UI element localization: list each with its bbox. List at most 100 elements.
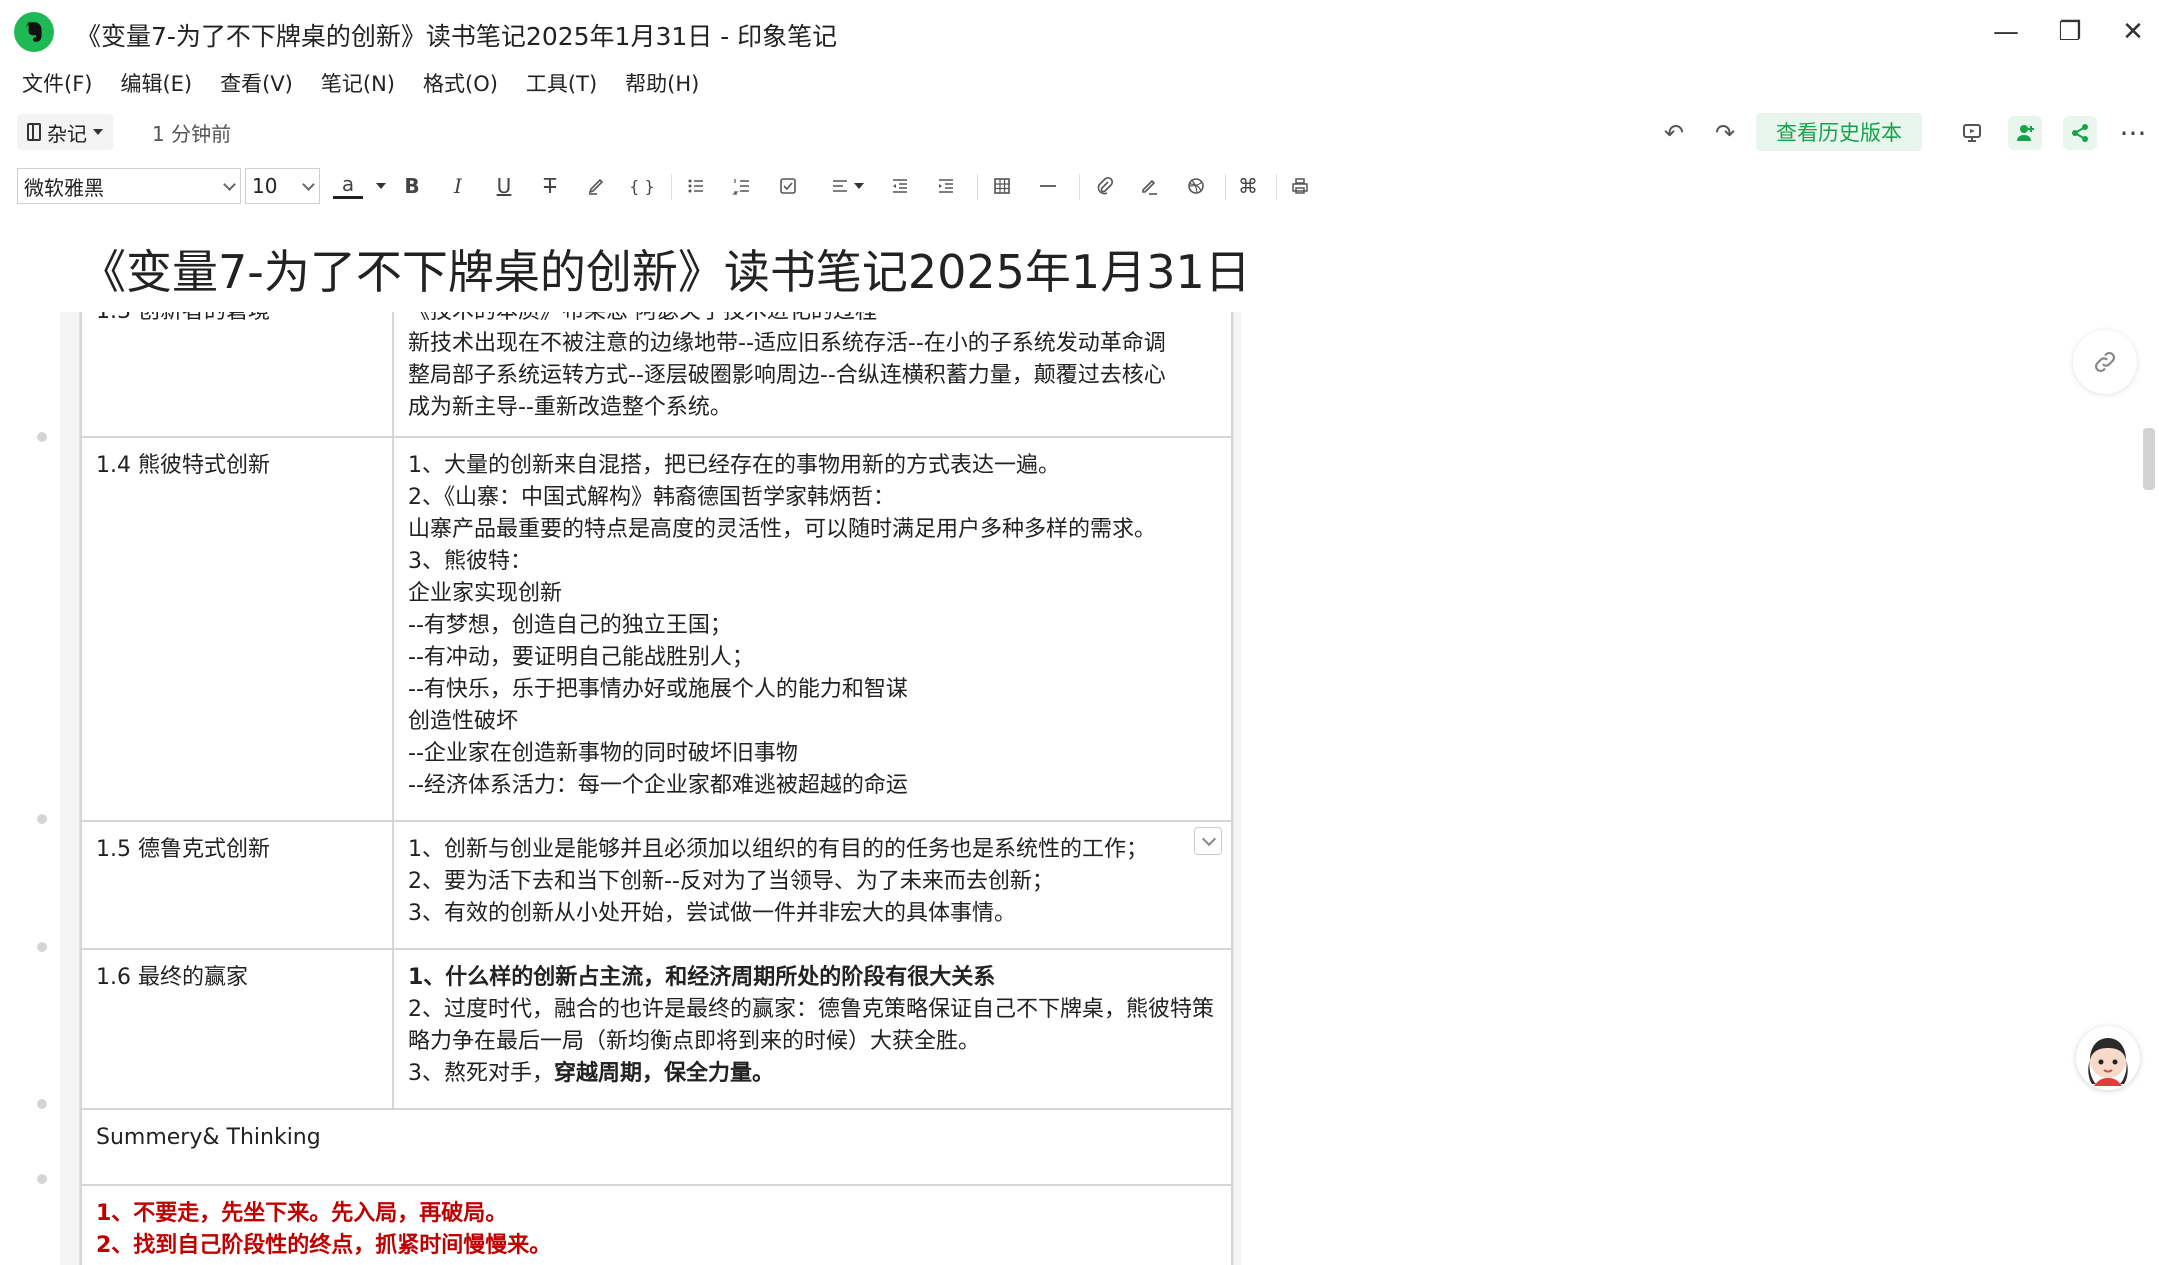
font-color-swatch bbox=[333, 195, 363, 199]
notebook-icon bbox=[27, 123, 41, 141]
chevron-down-icon bbox=[302, 178, 315, 191]
menu-tools[interactable]: 工具(T) bbox=[512, 66, 611, 102]
underline-button[interactable]: U bbox=[489, 170, 519, 202]
window-title: 《变量7-为了不下牌桌的创新》读书笔记2025年1月31日 - 印象笔记 bbox=[76, 22, 838, 51]
table-row: 1.3 创新者的窘境 《技术的本质》布莱恩·阿瑟关于技术进化的过程 新技术出现在… bbox=[80, 312, 1233, 438]
font-family-value: 微软雅黑 bbox=[24, 175, 104, 200]
table-cell[interactable]: 1、大量的创新来自混搭，把已经存在的事物用新的方式表达一遍。 2、《山寨：中国式… bbox=[392, 436, 1233, 822]
minimize-button[interactable]: — bbox=[1986, 14, 2026, 50]
menu-note[interactable]: 笔记(N) bbox=[307, 66, 409, 102]
redo-icon[interactable]: ↷ bbox=[1708, 116, 1742, 150]
shortcut-icon[interactable]: ⌘ bbox=[1233, 170, 1263, 202]
align-caret-icon[interactable] bbox=[851, 170, 867, 202]
cell-dropdown-button[interactable] bbox=[1194, 827, 1222, 855]
toolbar-divider bbox=[977, 174, 978, 200]
table-icon[interactable] bbox=[987, 170, 1017, 202]
cell-line: 2、过度时代，融合的也许是最终的赢家：德鲁克策略保证自己不下牌桌，熊彼特策略力争… bbox=[408, 997, 1214, 1054]
highlighter-icon[interactable] bbox=[581, 170, 611, 202]
table-row: 1、不要走，先坐下来。先入局，再破局。 2、找到自己阶段性的终点，抓紧时间慢慢来… bbox=[80, 1184, 1233, 1265]
chevron-down-icon bbox=[93, 129, 103, 135]
notebook-name: 杂记 bbox=[47, 121, 87, 146]
bullet-list-icon[interactable] bbox=[681, 170, 711, 202]
menu-format[interactable]: 格式(O) bbox=[409, 66, 512, 102]
strikethrough-button[interactable]: T bbox=[535, 170, 565, 202]
toolbar-divider bbox=[1276, 174, 1277, 200]
chevron-down-icon bbox=[223, 178, 236, 191]
checklist-icon[interactable] bbox=[773, 170, 803, 202]
evernote-logo-icon bbox=[14, 12, 54, 52]
cell-line: 企业家实现创新 bbox=[408, 581, 563, 606]
table-cell[interactable]: 1、什么样的创新占主流，和经济周期所处的阶段有很大关系 2、过度时代，融合的也许… bbox=[392, 948, 1233, 1110]
assistant-avatar-icon[interactable] bbox=[2076, 1026, 2140, 1090]
menu-view[interactable]: 查看(V) bbox=[206, 66, 307, 102]
cell-line: --企业家在创造新事物的同时破坏旧事物 bbox=[408, 741, 798, 766]
cell-line: --有快乐，乐于把事情办好或施展个人的能力和智谋 bbox=[408, 677, 908, 702]
font-size-select[interactable]: 10 bbox=[245, 168, 320, 204]
scrollbar-thumb[interactable] bbox=[2143, 428, 2155, 490]
table-cell[interactable]: 1.6 最终的赢家 bbox=[80, 948, 394, 1110]
notebook-selector[interactable]: 杂记 bbox=[17, 114, 113, 150]
italic-button[interactable]: I bbox=[443, 170, 473, 202]
row-handle[interactable] bbox=[37, 432, 47, 442]
row-heading: 1.4 熊彼特式创新 bbox=[96, 453, 270, 478]
history-button[interactable]: 查看历史版本 bbox=[1756, 113, 1922, 151]
cell-line: --有冲动，要证明自己能战胜别人； bbox=[408, 645, 754, 670]
note-content[interactable]: 1.3 创新者的窘境 《技术的本质》布莱恩·阿瑟关于技术进化的过程 新技术出现在… bbox=[0, 312, 2159, 1265]
table-cell[interactable]: 1.5 德鲁克式创新 bbox=[80, 820, 394, 950]
undo-icon[interactable]: ↶ bbox=[1657, 116, 1691, 150]
code-button[interactable]: { } bbox=[627, 170, 657, 202]
maximize-button[interactable]: ❐ bbox=[2050, 14, 2090, 50]
summary-heading: Summery& Thinking bbox=[96, 1125, 321, 1150]
font-family-select[interactable]: 微软雅黑 bbox=[17, 168, 241, 204]
cell-line: 3、有效的创新从小处开始，尝试做一件并非宏大的具体事情。 bbox=[408, 901, 1016, 926]
bold-button[interactable]: B bbox=[397, 170, 427, 202]
table-cell[interactable]: 1.3 创新者的窘境 bbox=[80, 312, 394, 438]
cell-line: --经济体系活力：每一个企业家都难逃被超越的命运 bbox=[408, 773, 908, 798]
cell-line: 1、创新与创业是能够并且必须加以组织的有目的的任务也是系统性的工作； bbox=[408, 837, 1148, 862]
share-icon[interactable] bbox=[2063, 116, 2097, 150]
row-handle[interactable] bbox=[37, 814, 47, 824]
row-handle[interactable] bbox=[37, 1174, 47, 1184]
cell-line: 2、要为活下去和当下创新--反对为了当领导、为了未来而去创新； bbox=[408, 869, 1054, 894]
print-icon[interactable] bbox=[1285, 170, 1315, 202]
cell-line: 《技术的本质》布莱恩·阿瑟关于技术进化的过程 bbox=[408, 312, 1217, 328]
more-options-button[interactable]: ··· bbox=[2116, 116, 2150, 150]
link-icon[interactable] bbox=[2073, 330, 2137, 394]
cell-line: 成为新主导--重新改造整个系统。 bbox=[408, 395, 732, 420]
outdent-icon[interactable] bbox=[885, 170, 915, 202]
cell-line: --有梦想，创造自己的独立王国； bbox=[408, 613, 732, 638]
table-cell[interactable]: 1、创新与创业是能够并且必须加以组织的有目的的任务也是系统性的工作； 2、要为活… bbox=[392, 820, 1233, 950]
menu-file[interactable]: 文件(F) bbox=[0, 66, 106, 102]
font-color-caret-icon[interactable] bbox=[366, 170, 396, 202]
stamp-icon[interactable] bbox=[1135, 170, 1165, 202]
table-row: 1.4 熊彼特式创新 1、大量的创新来自混搭，把已经存在的事物用新的方式表达一遍… bbox=[80, 436, 1233, 822]
cell-line: 创造性破坏 bbox=[408, 709, 519, 734]
notes-table: 1.3 创新者的窘境 《技术的本质》布莱恩·阿瑟关于技术进化的过程 新技术出现在… bbox=[80, 312, 1233, 1265]
table-left-edge bbox=[60, 312, 80, 1265]
table-cell[interactable]: Summery& Thinking bbox=[80, 1108, 1233, 1186]
row-heading: 1.6 最终的赢家 bbox=[96, 965, 248, 990]
table-cell[interactable]: 1.4 熊彼特式创新 bbox=[80, 436, 394, 822]
cell-line: 新技术出现在不被注意的边缘地带--适应旧系统存活--在小的子系统发动革命调 bbox=[408, 331, 1166, 356]
row-handle[interactable] bbox=[37, 942, 47, 952]
cell-line: 3、熊彼特： bbox=[408, 549, 532, 574]
horizontal-rule-icon[interactable] bbox=[1033, 170, 1063, 202]
share-user-icon[interactable] bbox=[2008, 116, 2042, 150]
table-cell[interactable]: 1、不要走，先坐下来。先入局，再破局。 2、找到自己阶段性的终点，抓紧时间慢慢来… bbox=[80, 1184, 1233, 1265]
close-button[interactable]: ✕ bbox=[2113, 14, 2153, 50]
table-right-edge bbox=[1233, 312, 1241, 1265]
numbered-list-icon[interactable] bbox=[727, 170, 757, 202]
row-handle[interactable] bbox=[37, 1099, 47, 1109]
present-icon[interactable] bbox=[1955, 116, 1989, 150]
table-cell[interactable]: 《技术的本质》布莱恩·阿瑟关于技术进化的过程 新技术出现在不被注意的边缘地带--… bbox=[392, 312, 1233, 438]
attachment-icon[interactable] bbox=[1089, 170, 1119, 202]
cell-text: 3、熬死对手， bbox=[408, 1061, 554, 1086]
menu-edit[interactable]: 编辑(E) bbox=[106, 66, 206, 102]
indent-icon[interactable] bbox=[931, 170, 961, 202]
dribbble-icon[interactable] bbox=[1181, 170, 1211, 202]
row-heading: 1.3 创新者的窘境 bbox=[96, 312, 378, 328]
saved-time: 1 分钟前 bbox=[152, 122, 232, 146]
note-title[interactable]: 《变量7-为了不下牌桌的创新》读书笔记2025年1月31日 bbox=[80, 236, 1251, 302]
menu-help[interactable]: 帮助(H) bbox=[611, 66, 713, 102]
font-color-button[interactable]: a bbox=[333, 170, 363, 202]
